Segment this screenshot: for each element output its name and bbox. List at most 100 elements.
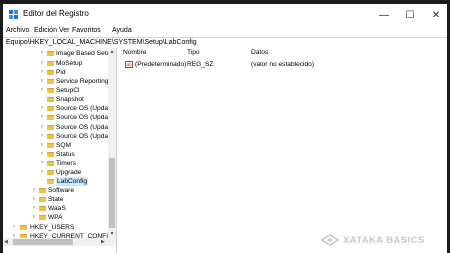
folder-icon — [47, 170, 54, 175]
tree-item[interactable]: › Upgrade — [3, 168, 116, 177]
tree-item[interactable]: › Source OS (Update — [3, 104, 116, 113]
folder-icon — [47, 179, 54, 184]
scroll-up-icon[interactable]: ▲ — [108, 48, 116, 56]
expand-arrow-icon[interactable]: › — [41, 159, 43, 168]
tree-item[interactable]: › WaaS — [3, 204, 116, 213]
folder-icon — [47, 115, 54, 120]
expand-arrow-icon[interactable]: › — [41, 49, 43, 58]
folder-icon — [39, 188, 46, 193]
registry-editor-icon — [9, 10, 18, 19]
folder-icon — [47, 70, 54, 75]
expand-arrow-icon[interactable]: › — [13, 223, 15, 232]
folder-icon — [47, 161, 54, 166]
expand-arrow-icon[interactable]: › — [41, 168, 43, 177]
maximize-button[interactable]: ☐ — [399, 4, 421, 26]
tree-item-label: HKEY_USERS — [30, 224, 75, 231]
folder-icon — [47, 125, 54, 130]
tree-item-label: Image Based Setup — [56, 50, 114, 57]
tree-item[interactable]: › Status — [3, 150, 116, 159]
folder-icon — [47, 88, 54, 93]
expand-arrow-icon[interactable]: › — [41, 141, 43, 150]
value-type: REG_SZ — [187, 61, 214, 68]
expand-arrow-icon[interactable]: › — [41, 104, 43, 113]
folder-icon — [47, 134, 54, 139]
expand-arrow-icon[interactable]: › — [41, 113, 43, 122]
tree-item-label: MoSetup — [56, 60, 83, 67]
xataka-logo-icon — [321, 234, 339, 246]
watermark: XATAKA BASICS — [321, 233, 425, 247]
tree-item[interactable]: › SetupCl — [3, 86, 116, 95]
tree-item[interactable]: › Pid — [3, 68, 116, 77]
tree-item-label: Upgrade — [56, 169, 82, 176]
expand-arrow-icon[interactable]: › — [41, 123, 43, 132]
folder-icon — [39, 206, 46, 211]
tree-item[interactable]: › Source OS (Update — [3, 113, 116, 122]
tree-item-label: Source OS (Update — [56, 133, 114, 140]
folder-icon — [47, 97, 54, 102]
tree-item-label: Source OS (Update — [56, 124, 114, 131]
watermark-text: XATAKA BASICS — [343, 234, 425, 246]
tree-item[interactable]: › Source OS (Update — [3, 123, 116, 132]
minimize-icon: — — [379, 9, 389, 21]
folder-icon — [47, 106, 54, 111]
menu-ayuda[interactable]: Ayuda — [112, 27, 132, 34]
minimize-button[interactable]: — — [373, 4, 395, 26]
expand-arrow-icon[interactable]: › — [41, 86, 43, 95]
scroll-thumb[interactable] — [13, 239, 73, 245]
menu-archivo[interactable]: Archivo — [6, 27, 29, 34]
menu-edicion[interactable]: Edición — [34, 27, 57, 34]
value-row[interactable]: ab (Predeterminado) REG_SZ (valor no est… — [117, 60, 447, 70]
value-name: (Predeterminado) — [135, 61, 187, 68]
tree-item[interactable]: › Source OS (Update — [3, 132, 116, 141]
window-title: Editor del Registro — [23, 9, 89, 18]
tree-item-selected[interactable]: LabConfig — [3, 177, 116, 186]
scroll-down-icon[interactable]: ▼ — [108, 230, 116, 238]
folder-icon — [47, 79, 54, 84]
close-icon: ✕ — [431, 9, 441, 21]
tree-item[interactable]: › Timers — [3, 159, 116, 168]
tree-item[interactable]: › State — [3, 195, 116, 204]
tree-item-label: Source OS (Update — [56, 105, 114, 112]
tree-item-label: Source OS (Update — [56, 114, 114, 121]
tree-item[interactable]: Snapshot — [3, 95, 116, 104]
tree-item-label: Service Reporting A — [56, 78, 115, 85]
tree-item[interactable]: › Service Reporting A — [3, 77, 116, 86]
tree-item[interactable]: › Image Based Setup — [3, 49, 116, 58]
column-header-data[interactable]: Datos — [251, 49, 268, 56]
tree-item-label: Snapshot — [56, 96, 84, 103]
tree-vertical-scrollbar[interactable]: ▲ ▼ — [108, 48, 116, 238]
close-button[interactable]: ✕ — [425, 4, 447, 26]
expand-arrow-icon[interactable]: › — [33, 186, 35, 195]
scroll-right-icon[interactable]: ▶ — [101, 238, 105, 246]
tree-item-label: Pid — [56, 69, 66, 76]
tree-item[interactable]: › WPA — [3, 213, 116, 222]
scroll-thumb[interactable] — [109, 158, 115, 228]
tree-item[interactable]: › HKEY_USERS — [3, 223, 116, 232]
tree-item[interactable]: › SQM — [3, 141, 116, 150]
string-value-icon: ab — [125, 61, 133, 68]
expand-arrow-icon[interactable]: › — [41, 68, 43, 77]
column-header-type[interactable]: Tipo — [187, 49, 200, 56]
folder-icon — [39, 197, 46, 202]
folder-icon — [47, 143, 54, 148]
expand-arrow-icon[interactable]: › — [33, 213, 35, 222]
expand-arrow-icon[interactable]: › — [41, 150, 43, 159]
tree-item-label: Timers — [56, 160, 76, 167]
expand-arrow-icon[interactable]: › — [41, 132, 43, 141]
expand-arrow-icon[interactable]: › — [33, 204, 35, 213]
tree-item[interactable]: › Software — [3, 186, 116, 195]
menu-ver[interactable]: Ver — [59, 27, 70, 34]
value-data: (valor no establecido) — [251, 61, 315, 68]
expand-arrow-icon[interactable]: › — [33, 195, 35, 204]
tree-item-label: Status — [56, 151, 75, 158]
expand-arrow-icon[interactable]: › — [41, 77, 43, 86]
expand-arrow-icon[interactable]: › — [41, 59, 43, 68]
menu-favoritos[interactable]: Favoritos — [72, 27, 101, 34]
scroll-left-icon[interactable]: ◀ — [4, 238, 8, 246]
column-header-name[interactable]: Nombre — [123, 49, 146, 56]
tree-item[interactable]: › MoSetup — [3, 59, 116, 68]
tree-item-label: Software — [48, 187, 75, 194]
tree-horizontal-scrollbar[interactable]: ◀ ▶ — [3, 238, 116, 246]
menu-bar: Archivo Edición Ver Favoritos Ayuda — [3, 26, 447, 37]
tree-item-label: State — [48, 196, 64, 203]
